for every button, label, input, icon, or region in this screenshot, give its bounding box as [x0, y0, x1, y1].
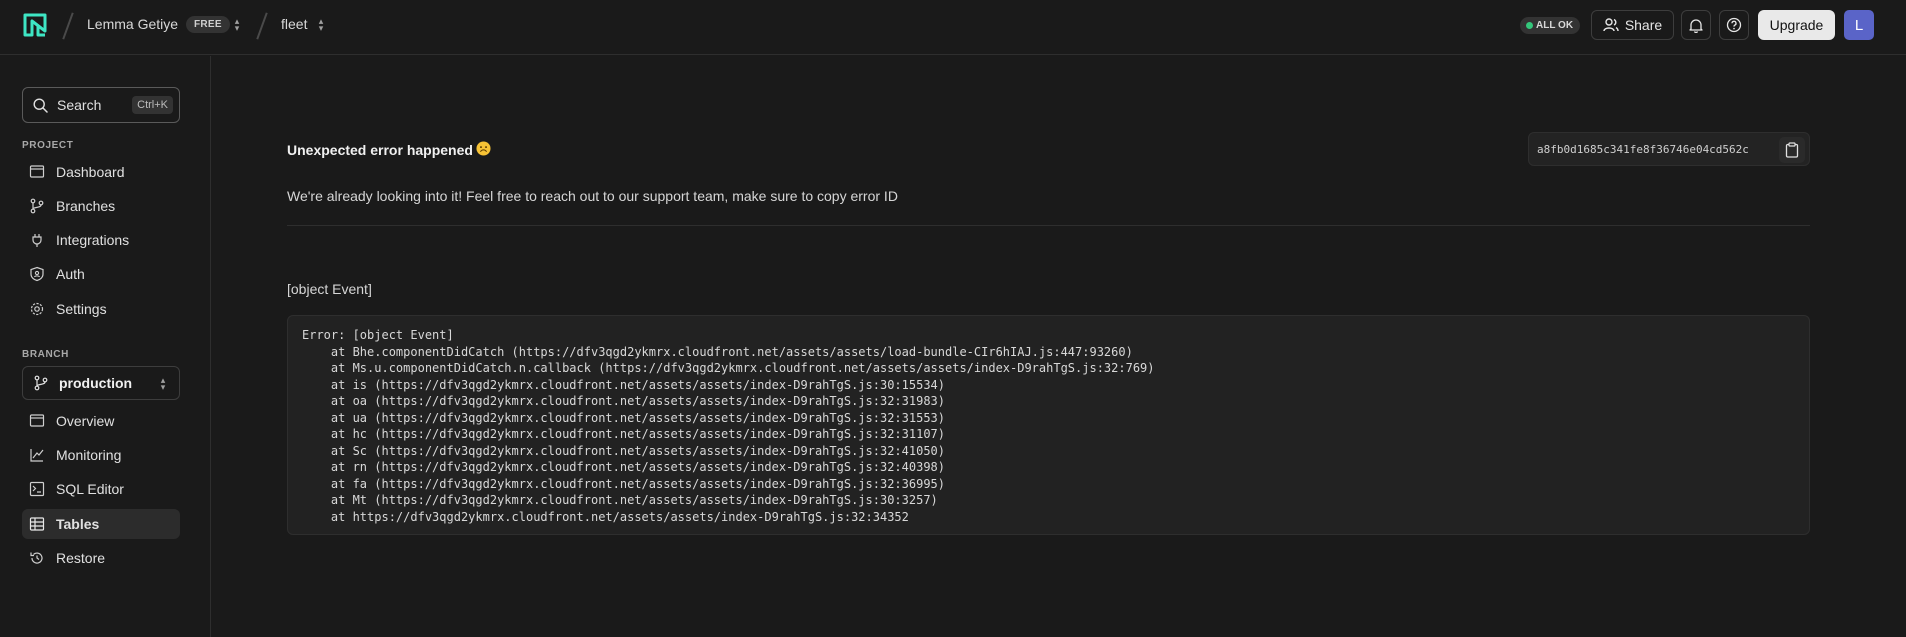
stack-trace-line: at https://dfv3qgd2ykmrx.cloudfront.net/… [302, 509, 909, 524]
notifications-button[interactable] [1681, 10, 1711, 40]
main-content: Unexpected error happened a8fb0d1685c341… [212, 56, 1906, 637]
sidebar-item-tables[interactable]: Tables [22, 509, 180, 539]
stack-trace-line: at Ms.u.componentDidCatch.n.callback (ht… [302, 361, 1155, 375]
neon-logo-icon[interactable] [22, 12, 48, 38]
sidebar-item-label: Auth [56, 266, 85, 282]
branch-section-label: BRANCH [22, 349, 69, 360]
status-dot-icon [1526, 22, 1533, 29]
upgrade-button[interactable]: Upgrade [1758, 10, 1835, 40]
search-shortcut: Ctrl+K [132, 96, 173, 114]
project-switcher-chevron-icon[interactable]: ▴ ▾ [317, 17, 325, 33]
org-switcher-chevron-icon[interactable]: ▴ ▾ [233, 17, 241, 33]
sidebar-item-branches[interactable]: Branches [22, 191, 180, 221]
search-button[interactable]: Search Ctrl+K [22, 87, 180, 123]
sidebar-item-label: Overview [56, 413, 115, 429]
branch-selector[interactable]: production ▴ ▾ [22, 366, 180, 400]
monitoring-icon [30, 449, 44, 462]
stack-trace-line: Error: [object Event] [302, 328, 454, 342]
breadcrumb-separator [256, 12, 268, 40]
sidebar-item-integrations[interactable]: Integrations [22, 225, 180, 255]
error-id[interactable]: a8fb0d1685c341fe8f36746e04cd562c [1537, 143, 1749, 156]
branch-chevron-icon: ▴ ▾ [160, 375, 166, 392]
error-message: [object Event] [287, 281, 372, 297]
breadcrumb-separator [62, 12, 74, 40]
sidebar-item-label: Monitoring [56, 447, 122, 463]
sidebar-item-label: Integrations [56, 232, 130, 248]
sidebar-item-auth[interactable]: Auth [22, 259, 180, 289]
sidebar-item-sql-editor[interactable]: SQL Editor [22, 474, 180, 504]
help-icon [1726, 17, 1742, 33]
auth-shield-icon [30, 266, 44, 282]
branches-icon [30, 198, 44, 214]
share-label: Share [1624, 17, 1663, 33]
stack-trace-line: at ua (https://dfv3qgd2ykmrx.cloudfront.… [302, 410, 945, 425]
branch-icon [34, 375, 48, 391]
top-bar: Lemma Getiye FREE ▴ ▾ fleet ▴ ▾ ALL OK Sha… [0, 0, 1906, 55]
sidebar-item-restore[interactable]: Restore [22, 543, 180, 573]
clipboard-icon [1785, 141, 1799, 158]
copy-error-id-button[interactable] [1779, 137, 1805, 163]
sql-editor-icon [29, 481, 45, 497]
search-icon [33, 98, 48, 113]
status-text: ALL OK [1536, 20, 1574, 31]
sidebar-item-dashboard[interactable]: Dashboard [22, 157, 180, 187]
search-label: Search [57, 97, 102, 113]
stack-trace-line: at hc (https://dfv3qgd2ykmrx.cloudfront.… [302, 427, 945, 441]
help-button[interactable] [1719, 10, 1749, 40]
divider [287, 225, 1810, 226]
status-badge[interactable]: ALL OK [1520, 17, 1581, 34]
error-id-box: a8fb0d1685c341fe8f36746e04cd562c [1528, 132, 1810, 166]
sidebar-item-label: Branches [56, 198, 116, 214]
sidebar-item-label: Tables [56, 516, 100, 532]
stack-trace-box: Error: [object Event] at Bhe.componentDi… [287, 315, 1810, 535]
stack-trace-line: at Mt (https://dfv3qgd2ykmrx.cloudfront.… [302, 493, 938, 507]
sad-face-emoji-icon [476, 141, 491, 156]
sidebar-item-overview[interactable]: Overview [22, 406, 180, 436]
stack-trace-line: at Sc (https://dfv3qgd2ykmrx.cloudfront.… [302, 443, 945, 458]
sidebar-item-settings[interactable]: Settings [22, 294, 180, 324]
project-name[interactable]: fleet [281, 16, 307, 32]
sidebar: Search Ctrl+K PROJECT Dashboard Branches… [0, 56, 211, 637]
branch-name: production [59, 375, 133, 391]
project-section-label: PROJECT [22, 140, 74, 151]
error-title: Unexpected error happened [287, 142, 473, 158]
plan-badge: FREE [186, 16, 230, 33]
sidebar-item-monitoring[interactable]: Monitoring [22, 440, 180, 470]
stack-trace-line: at is (https://dfv3qgd2ykmrx.cloudfront.… [302, 377, 945, 392]
bell-icon [1689, 18, 1703, 33]
stack-trace-line: at rn (https://dfv3qgd2ykmrx.cloudfront.… [302, 460, 945, 474]
settings-gear-icon [30, 302, 44, 316]
restore-icon [30, 552, 43, 564]
users-icon [1603, 18, 1619, 32]
sidebar-item-label: Settings [56, 301, 107, 317]
share-button[interactable]: Share [1591, 10, 1674, 40]
error-description: We're already looking into it! Feel free… [287, 188, 898, 204]
stack-trace-line: at fa (https://dfv3qgd2ykmrx.cloudfront.… [302, 476, 945, 491]
sidebar-item-label: Dashboard [56, 164, 125, 180]
tables-icon [29, 517, 45, 531]
user-avatar[interactable]: L [1844, 10, 1874, 40]
sidebar-item-label: SQL Editor [56, 481, 124, 497]
org-name[interactable]: Lemma Getiye [87, 16, 178, 32]
integrations-icon [32, 234, 42, 247]
stack-trace-line: at Bhe.componentDidCatch (https://dfv3qg… [302, 344, 1133, 359]
stack-trace-line: at oa (https://dfv3qgd2ykmrx.cloudfront.… [302, 394, 945, 408]
dashboard-icon [29, 165, 45, 178]
sidebar-item-label: Restore [56, 550, 106, 566]
overview-icon [29, 414, 45, 427]
